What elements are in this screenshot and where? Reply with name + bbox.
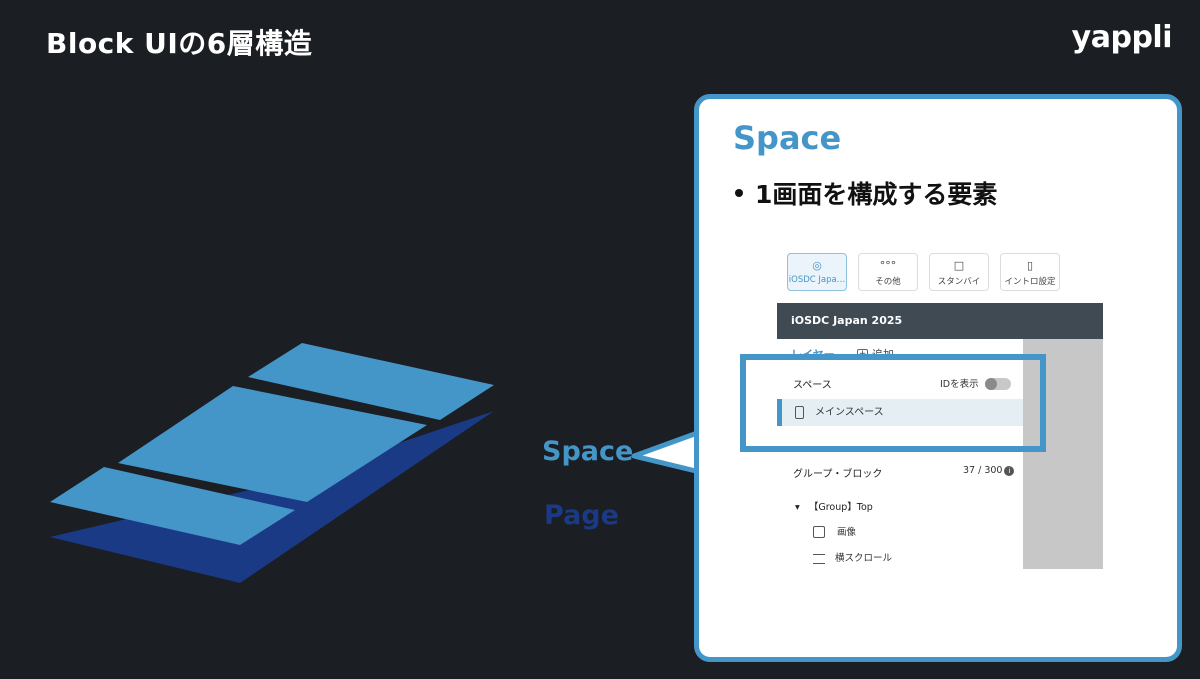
info-icon[interactable]: i: [1004, 465, 1015, 476]
more-dots-icon: °°°: [879, 259, 897, 272]
standby-window-icon: □: [953, 259, 965, 272]
bullet-dot: [735, 189, 743, 197]
tree-item-hscroll-label: 横スクロール: [835, 553, 893, 564]
tree-item-image[interactable]: 画像: [813, 524, 856, 539]
horizontal-scroll-icon: [813, 553, 825, 564]
tab-iosdc-label: iOSDC Japa…: [788, 275, 846, 285]
tree-group-label: 【Group】Top: [808, 502, 873, 513]
bullet-text: 1画面を構成する要素: [755, 180, 998, 209]
intro-phone-icon: ▯: [1026, 259, 1034, 272]
group-count-value: 37 / 300: [963, 465, 1003, 476]
tab-other-label: その他: [875, 277, 901, 287]
tab-other[interactable]: °°° その他: [858, 253, 918, 291]
tab-standby-label: スタンバイ: [937, 277, 981, 287]
tree-group-top[interactable]: ▾ 【Group】Top: [795, 499, 873, 513]
tab-intro-label: イントロ設定: [1004, 277, 1056, 287]
globe-icon: ◎: [812, 259, 822, 272]
tree-item-image-label: 画像: [837, 527, 857, 538]
tab-intro[interactable]: ▯ イントロ設定: [1000, 253, 1060, 291]
group-count: 37 / 300 i: [963, 465, 1015, 476]
space-highlight-frame: [740, 354, 1046, 452]
image-icon: [813, 525, 825, 538]
caret-down-icon: ▾: [795, 502, 800, 513]
app-tab-bar: ◎ iOSDC Japa… °°° その他 □ スタンバイ ▯ イントロ設定: [777, 251, 1107, 295]
tree-item-hscroll[interactable]: 横スクロール: [813, 550, 892, 564]
bullet-point: 1画面を構成する要素: [735, 175, 997, 211]
group-section-label: グループ・ブロック: [793, 469, 883, 480]
tab-standby[interactable]: □ スタンバイ: [929, 253, 989, 291]
panel-heading: Space: [733, 119, 842, 157]
app-header: iOSDC Japan 2025: [777, 303, 1103, 339]
tab-iosdc[interactable]: ◎ iOSDC Japa…: [787, 253, 847, 291]
